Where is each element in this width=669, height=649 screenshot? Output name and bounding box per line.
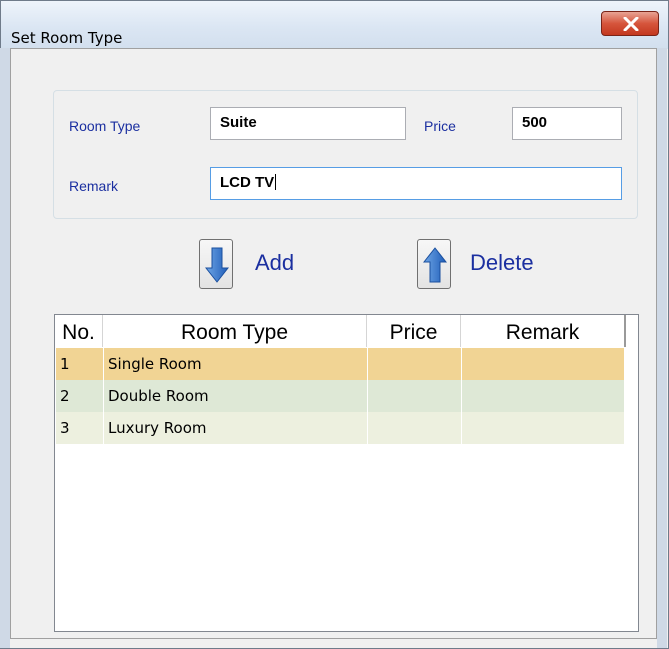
cell-remark [462, 380, 625, 412]
room-type-grid[interactable]: No. Room Type Price Remark 1 Single Room… [54, 314, 639, 632]
remark-input[interactable]: LCD TV [210, 167, 622, 200]
price-label: Price [424, 118, 456, 134]
column-header-no[interactable]: No. [55, 315, 103, 347]
price-input-value: 500 [522, 114, 548, 131]
cell-no: 1 [56, 348, 104, 380]
window-frame-right [657, 48, 667, 648]
column-header-price[interactable]: Price [367, 315, 461, 347]
remark-label: Remark [69, 178, 119, 194]
window-frame-left [0, 48, 10, 648]
column-header-room-type[interactable]: Room Type [103, 315, 367, 347]
cell-room-type: Luxury Room [104, 412, 368, 444]
table-row[interactable]: 2 Double Room [56, 380, 625, 412]
close-button[interactable] [601, 11, 659, 36]
room-type-input-value: Suite [220, 114, 257, 131]
add-button[interactable] [199, 239, 233, 289]
cell-no: 2 [56, 380, 104, 412]
arrow-up-icon [423, 247, 447, 283]
cell-room-type: Single Room [104, 348, 368, 380]
price-input[interactable]: 500 [512, 107, 622, 140]
room-type-label: Room Type [69, 118, 141, 134]
window-title: Set Room Type [11, 29, 123, 47]
remark-input-value: LCD TV [220, 174, 275, 191]
title-bar[interactable]: Set Room Type [1, 1, 668, 49]
cell-no: 3 [56, 412, 104, 444]
close-icon [623, 17, 639, 31]
cell-price [368, 348, 462, 380]
arrow-down-icon [205, 247, 229, 283]
cell-remark [462, 348, 625, 380]
delete-label[interactable]: Delete [470, 250, 534, 276]
add-label[interactable]: Add [255, 250, 294, 276]
delete-button[interactable] [417, 239, 451, 289]
room-type-input[interactable]: Suite [210, 107, 406, 140]
column-header-remark[interactable]: Remark [461, 315, 626, 347]
table-row[interactable]: 3 Luxury Room [56, 412, 625, 444]
cell-price [368, 380, 462, 412]
cell-room-type: Double Room [104, 380, 368, 412]
cell-remark [462, 412, 625, 444]
table-row[interactable]: 1 Single Room [56, 348, 625, 380]
cell-price [368, 412, 462, 444]
text-caret [275, 174, 277, 190]
